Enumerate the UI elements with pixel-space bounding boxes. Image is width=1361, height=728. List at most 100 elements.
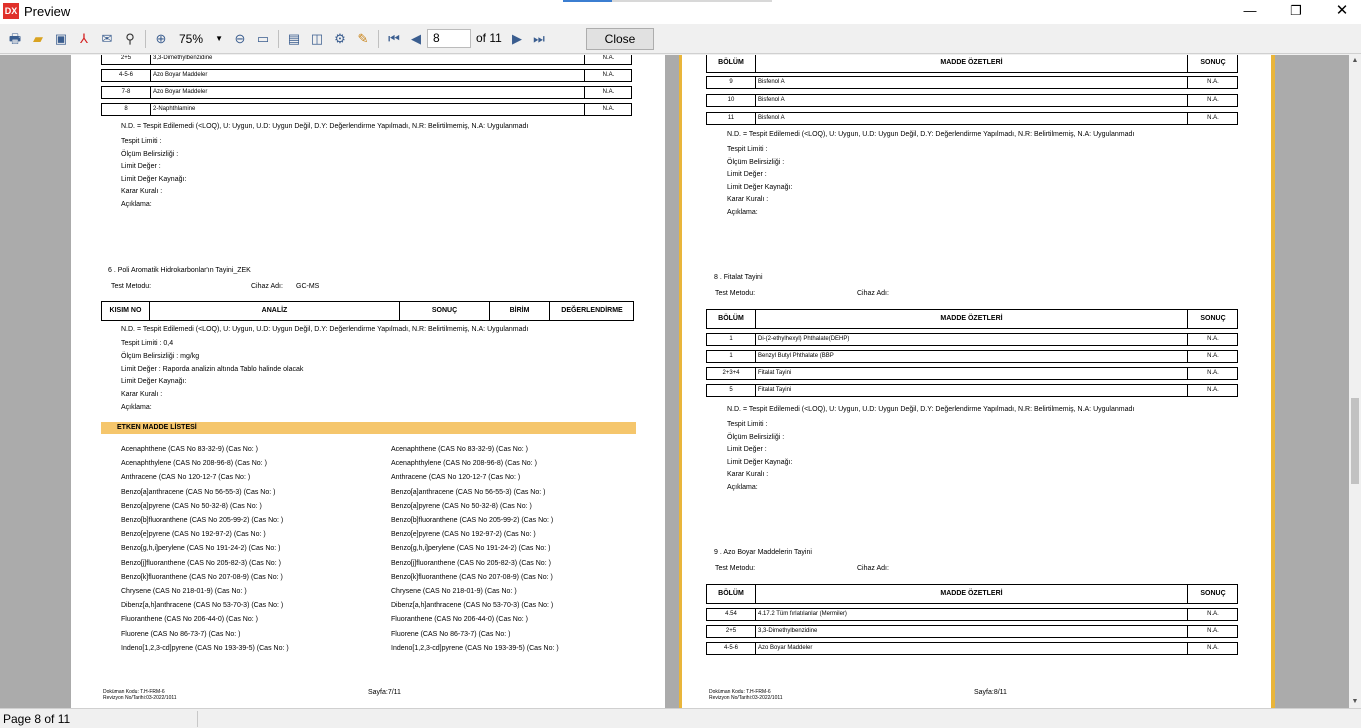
row-result: N.A. bbox=[1187, 626, 1238, 637]
meta-line: Açıklama: bbox=[727, 209, 758, 216]
zoom-out-icon[interactable]: ⊖ bbox=[230, 29, 250, 49]
meta-line: Açıklama: bbox=[121, 201, 152, 208]
page-setup-icon[interactable]: ⚙ bbox=[330, 29, 350, 49]
header-degerlendirme: DEĞERLENDİRME bbox=[549, 302, 634, 320]
row-result: N.A. bbox=[1187, 609, 1238, 620]
status-divider bbox=[197, 711, 198, 727]
table-header: BÖLÜM MADDE ÖZETLERİ SONUÇ bbox=[706, 309, 1238, 329]
row-name: Azo Boyar Maddeler bbox=[755, 643, 1187, 654]
vertical-scrollbar[interactable]: ▲ ▼ bbox=[1349, 55, 1361, 708]
row-name: 2-Naphthlamine bbox=[150, 104, 584, 115]
test-method-label: Test Metodu: bbox=[715, 290, 756, 297]
scrollbar-thumb[interactable] bbox=[1351, 398, 1359, 484]
row-name: Bisfenol A bbox=[755, 113, 1187, 124]
substance-item: Fluorene (CAS No 86-73-7) (Cas No: ) bbox=[121, 630, 241, 638]
scroll-down-icon[interactable]: ▼ bbox=[1349, 696, 1361, 708]
single-page-icon[interactable]: ▤ bbox=[284, 29, 304, 49]
analysis-table-header: KISIM NO ANALİZ SONUÇ BİRİM DEĞERLENDİRM… bbox=[101, 301, 634, 321]
substance-item: Benzo[b]fluoranthene (CAS No 205-99-2) (… bbox=[121, 517, 284, 524]
close-button[interactable]: Close bbox=[586, 28, 654, 50]
row-code: 2+3+4 bbox=[722, 370, 740, 376]
row-result: N.A. bbox=[1187, 77, 1238, 88]
row-name: 3,3-Dimethylbenzidine bbox=[150, 55, 584, 64]
substance-item: Benzo[a]anthracene (CAS No 56-55-3) (Cas… bbox=[391, 488, 546, 496]
table-header: BÖLÜM MADDE ÖZETLERİ SONUÇ bbox=[706, 584, 1238, 604]
two-page-icon[interactable]: ◫ bbox=[307, 29, 327, 49]
save-icon[interactable]: ▣ bbox=[51, 29, 71, 49]
section-9-title: 9 . Azo Boyar Maddelerin Tayini bbox=[714, 549, 812, 556]
table-row: 11 Bisfenol A N.A. bbox=[706, 112, 1238, 125]
test-method-label-2: Test Metodu: bbox=[715, 565, 756, 572]
header-sonuc: SONUÇ bbox=[1187, 585, 1238, 603]
zoom-in-icon[interactable]: ⊕ bbox=[151, 29, 171, 49]
substance-item: Benzo[e]pyrene (CAS No 192-97-2) (Cas No… bbox=[391, 531, 536, 539]
meta-line: Limit Değer : Raporda analizin altında T… bbox=[121, 365, 304, 373]
row-name: Bisfenol A bbox=[755, 77, 1187, 88]
table-row: 1 Di-(2-ethylhexyl) Phthalate(DEHP) N.A. bbox=[706, 333, 1238, 346]
footer-page-number: Sayfa:7/11 bbox=[368, 689, 401, 696]
email-icon[interactable]: ✉ bbox=[97, 29, 117, 49]
table-row: 2+5 3,3-Dimethylbenzidine N.A. bbox=[706, 625, 1238, 638]
page-border-left bbox=[679, 55, 682, 708]
active-substance-banner: ETKEN MADDE LİSTESİ bbox=[101, 422, 636, 434]
app-logo-icon: DX bbox=[3, 3, 19, 19]
meta-line: Limit Değer : bbox=[727, 446, 767, 454]
row-code: 7-8 bbox=[121, 89, 131, 95]
meta-line: Limit Değer : bbox=[121, 163, 161, 171]
meta-line: Karar Kuralı : bbox=[727, 471, 769, 479]
title-accent-gray bbox=[612, 0, 772, 2]
preview-area[interactable]: 2+5 3,3-Dimethylbenzidine N.A. 4-5-6 Azo Boy… bbox=[0, 55, 1349, 708]
meta-line: Karar Kuralı : bbox=[121, 391, 163, 399]
substance-item: Fluoranthene (CAS No 206-44-0) (Cas No: … bbox=[391, 616, 528, 624]
substance-item: Acenaphthylene (CAS No 208-96-8) (Cas No… bbox=[121, 460, 267, 468]
row-result: N.A. bbox=[1187, 368, 1238, 379]
footer-revision: Revizyon No/Tarihi:03-2022/1011 bbox=[709, 695, 783, 701]
header-analiz: ANALİZ bbox=[149, 302, 399, 320]
header-madde-ozetleri: MADDE ÖZETLERİ bbox=[755, 55, 1187, 72]
find-icon[interactable]: ⚲ bbox=[120, 29, 140, 49]
edit-page-icon[interactable]: ✎ bbox=[353, 29, 373, 49]
prev-page-icon[interactable]: ◀ bbox=[406, 29, 426, 49]
row-name: Azo Boyar Maddeler bbox=[150, 70, 584, 81]
title-bar: DX Preview — ❐ ✕ bbox=[0, 0, 1361, 24]
header-madde-ozetleri: MADDE ÖZETLERİ bbox=[755, 585, 1187, 603]
status-bar: Page 8 of 11 bbox=[0, 708, 1361, 728]
row-code: 2+5 bbox=[120, 55, 132, 61]
open-folder-icon[interactable]: ▰ bbox=[28, 29, 48, 49]
meta-line: Limit Değer Kaynağı: bbox=[121, 378, 187, 386]
meta-line: Ölçüm Belirsizliği : bbox=[121, 150, 179, 158]
row-code: 1 bbox=[729, 353, 733, 359]
row-code: 4-5-6 bbox=[118, 72, 133, 78]
row-result: N.A. bbox=[1187, 113, 1238, 124]
legend-text-2: N.D. = Tespit Edilemedi (<LOQ), U: Uygun… bbox=[121, 326, 529, 333]
print-icon[interactable]: 🖶 bbox=[5, 29, 25, 49]
row-code: 1 bbox=[729, 336, 733, 342]
last-page-icon[interactable]: ⏭ bbox=[529, 29, 549, 49]
maximize-button[interactable]: ❐ bbox=[1273, 0, 1319, 24]
toolbar-separator bbox=[378, 30, 379, 48]
footer-revision: Revizyon No/Tarihi:03-2022/1011 bbox=[103, 695, 177, 701]
report-page-7: 2+5 3,3-Dimethylbenzidine N.A. 4-5-6 Azo Boy… bbox=[71, 55, 665, 708]
zoom-select[interactable]: 75% ▼ bbox=[175, 29, 225, 49]
row-result: N.A. bbox=[1187, 351, 1238, 362]
substance-item: Benzo[a]anthracene (CAS No 56-55-3) (Cas… bbox=[121, 488, 276, 496]
fit-page-icon[interactable]: ▭ bbox=[253, 29, 273, 49]
legend-text-2: N.D. = Tespit Edilemedi (<LOQ), U: Uygun… bbox=[727, 406, 1135, 413]
meta-line: Tespit Limiti : bbox=[121, 138, 162, 145]
row-name: 4.17.2 Tüm fırlatılanlar (Mermiler) bbox=[755, 609, 1187, 620]
section-6-title: 6 . Poli Aromatik Hidrokarbonlar'ın Tayi… bbox=[108, 267, 251, 274]
meta-line: Limit Değer Kaynağı: bbox=[727, 183, 793, 191]
table-row: 4.54 4.17.2 Tüm fırlatılanlar (Mermiler) N… bbox=[706, 608, 1238, 621]
substance-item: Benzo[b]fluoranthene (CAS No 205-99-2) (… bbox=[391, 517, 554, 524]
device-label: Cihaz Adı: bbox=[251, 283, 283, 290]
table-row: 10 Bisfenol A N.A. bbox=[706, 94, 1238, 107]
close-window-button[interactable]: ✕ bbox=[1319, 0, 1361, 24]
minimize-button[interactable]: — bbox=[1227, 0, 1273, 24]
page-number-input[interactable]: 8 bbox=[427, 29, 471, 48]
pdf-icon[interactable]: ⅄ bbox=[74, 29, 94, 49]
meta-line: Tespit Limiti : 0,4 bbox=[121, 340, 174, 347]
header-kisim-no: KISIM NO bbox=[109, 307, 142, 314]
scroll-up-icon[interactable]: ▲ bbox=[1349, 55, 1361, 67]
next-page-icon[interactable]: ▶ bbox=[507, 29, 527, 49]
first-page-icon[interactable]: ⏮ bbox=[384, 29, 404, 49]
